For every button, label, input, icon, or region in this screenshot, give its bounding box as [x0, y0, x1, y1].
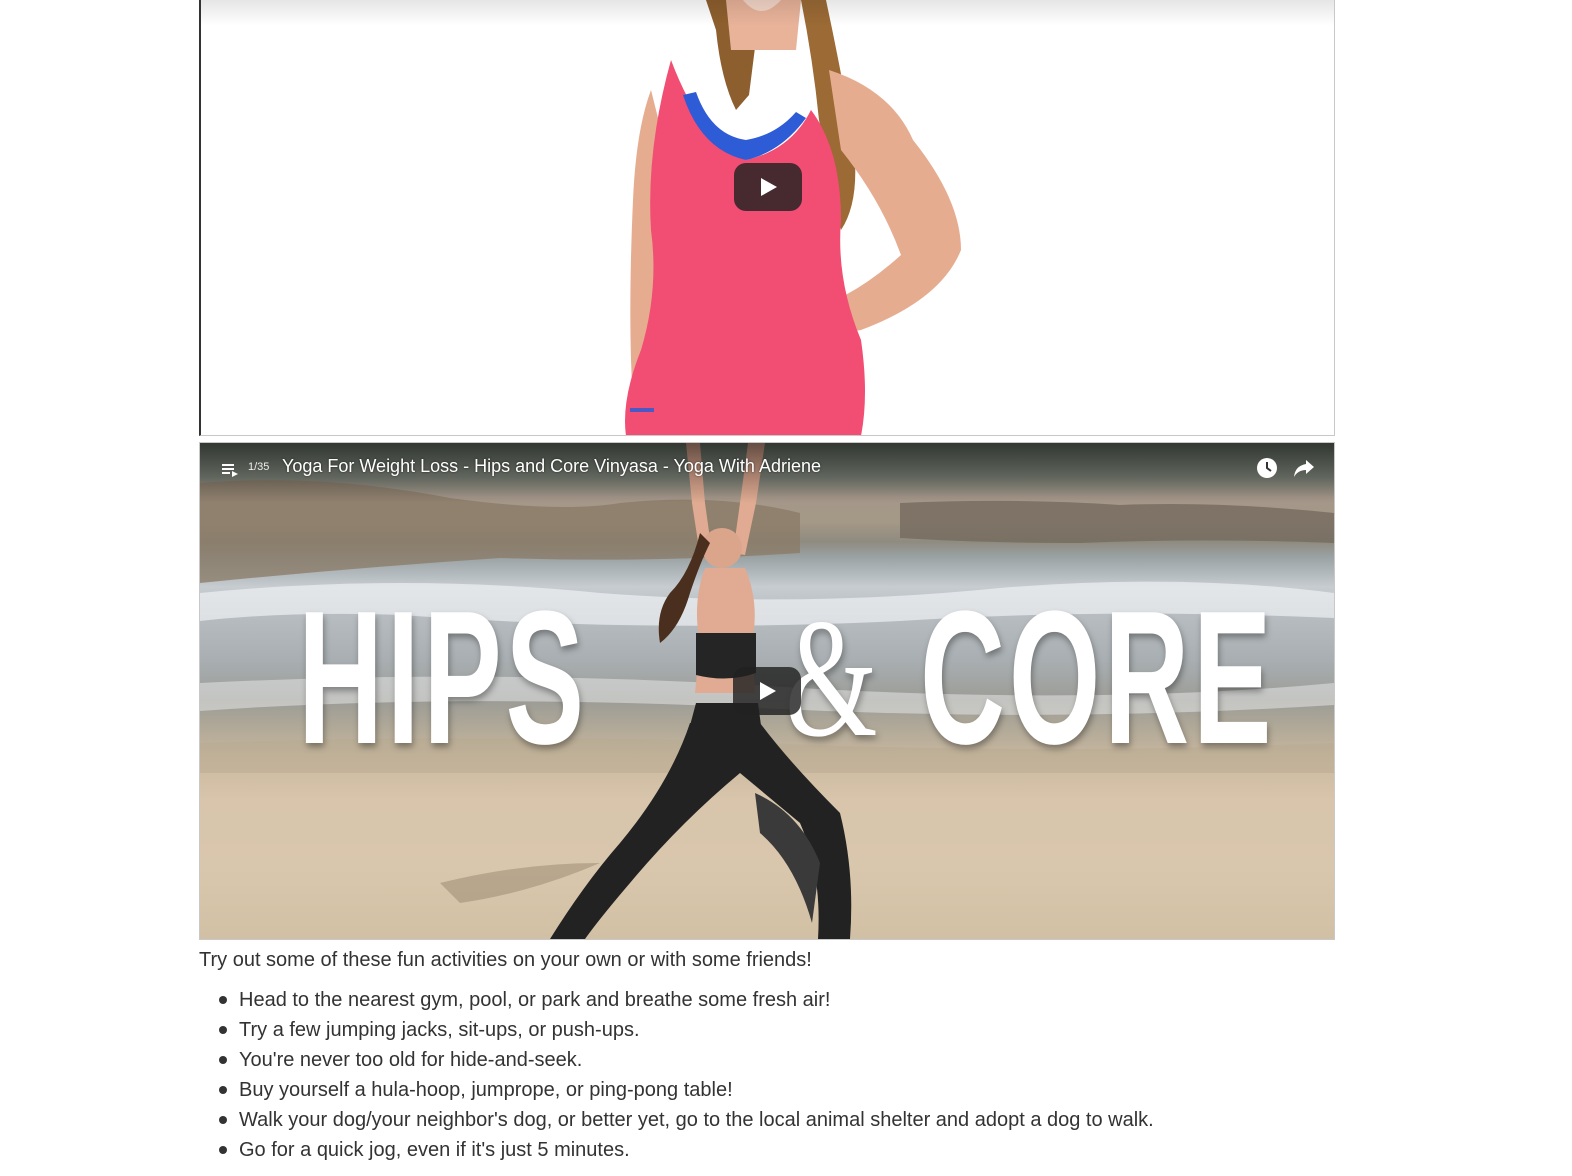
- list-item-text: Go for a quick jog, even if it's just 5 …: [239, 1139, 630, 1161]
- playlist-icon[interactable]: [220, 459, 240, 479]
- bullet-icon: [219, 1056, 227, 1064]
- activities-list: Head to the nearest gym, pool, or park a…: [199, 985, 1154, 1165]
- list-item: Head to the nearest gym, pool, or park a…: [219, 985, 1154, 1015]
- video-title[interactable]: Yoga For Weight Loss - Hips and Core Vin…: [282, 456, 821, 477]
- video-thumbnail-woman-pink-top: [625, 0, 961, 435]
- list-item: Try a few jumping jacks, sit-ups, or pus…: [219, 1015, 1154, 1045]
- bullet-icon: [219, 1146, 227, 1154]
- bullet-icon: [219, 1116, 227, 1124]
- list-item-text: Try a few jumping jacks, sit-ups, or pus…: [239, 1019, 640, 1041]
- list-item: Go for a quick jog, even if it's just 5 …: [219, 1135, 1154, 1165]
- bullet-icon: [219, 996, 227, 1004]
- thumbnail-title-core: CORE: [920, 572, 1276, 784]
- thumbnail-title-hips: HIPS: [298, 572, 588, 784]
- share-arrow-icon[interactable]: [1292, 457, 1316, 479]
- playlist-position: 1/35: [248, 461, 270, 473]
- list-item-text: Buy yourself a hula-hoop, jumprope, or p…: [239, 1079, 733, 1101]
- list-item-text: You're never too old for hide-and-seek.: [239, 1049, 583, 1071]
- bullet-icon: [219, 1086, 227, 1094]
- list-item: Buy yourself a hula-hoop, jumprope, or p…: [219, 1075, 1154, 1105]
- play-button[interactable]: [733, 667, 801, 715]
- video-embed-1[interactable]: [199, 0, 1335, 436]
- video-embed-2[interactable]: 1/35 Yoga For Weight Loss - Hips and Cor…: [199, 442, 1335, 940]
- bullet-icon: [219, 1026, 227, 1034]
- activities-intro: Try out some of these fun activities on …: [199, 949, 812, 971]
- list-item: Walk your dog/your neighbor's dog, or be…: [219, 1105, 1154, 1135]
- play-icon: [760, 682, 776, 700]
- clock-icon[interactable]: [1256, 457, 1278, 479]
- play-button[interactable]: [734, 163, 802, 211]
- list-item-text: Walk your dog/your neighbor's dog, or be…: [239, 1109, 1154, 1131]
- list-item-text: Head to the nearest gym, pool, or park a…: [239, 989, 831, 1011]
- list-item: You're never too old for hide-and-seek.: [219, 1045, 1154, 1075]
- play-icon: [761, 178, 777, 196]
